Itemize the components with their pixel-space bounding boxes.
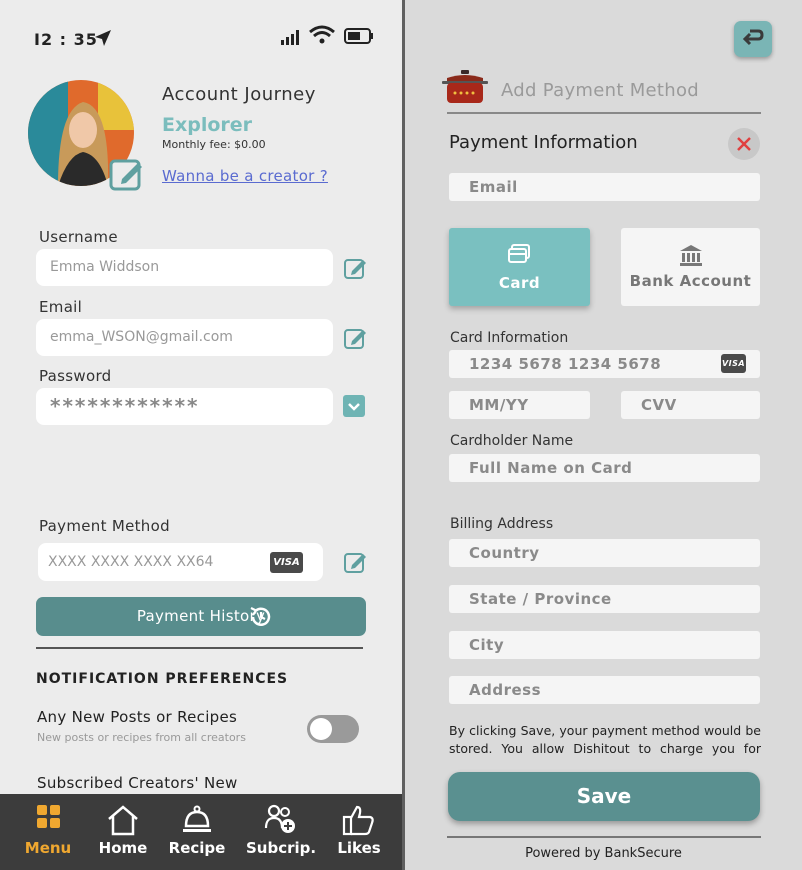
monthly-fee: Monthly fee: $0.00 (162, 138, 266, 151)
cardholder-name-label: Cardholder Name (450, 433, 574, 449)
payment-history-label: Payment History (136, 607, 266, 625)
nav-item-home[interactable]: Home (92, 794, 154, 870)
nav-item-recipe[interactable]: Recipe (166, 794, 228, 870)
consent-text: By clicking Save, your payment method wo… (449, 723, 761, 756)
home-icon (108, 805, 138, 836)
section-divider (36, 647, 363, 649)
add-payment-panel: Add Payment Method Payment Information E… (405, 0, 802, 870)
country-input[interactable]: Country (449, 539, 760, 567)
notification-item-title: Any New Posts or Recipes (37, 708, 238, 726)
nav-label: Home (98, 839, 148, 857)
password-field[interactable]: ************ (36, 388, 333, 425)
tab-bank-account[interactable]: Bank Account (621, 228, 760, 306)
username-label: Username (39, 228, 118, 246)
history-icon (250, 607, 271, 626)
grid-icon (37, 805, 60, 828)
save-button[interactable]: Save (448, 772, 760, 821)
password-label: Password (39, 367, 112, 385)
cardholder-name-input[interactable]: Full Name on Card (449, 454, 760, 482)
notification-item-subtitle: New posts or recipes from all creators (37, 731, 246, 744)
password-dropdown-button[interactable] (343, 395, 365, 417)
add-payment-title: Add Payment Method (501, 80, 700, 101)
edit-email-icon[interactable] (343, 326, 367, 350)
masked-card-number: XXXX XXXX XXXX XX64 (48, 554, 214, 570)
return-icon (742, 29, 764, 46)
notification-item-title: Subscribed Creators' New (37, 774, 238, 792)
bottom-nav: Menu Home Recipe Subcrip. Likes (0, 794, 402, 870)
nav-label: Menu (24, 839, 72, 857)
state-province-input[interactable]: State / Province (449, 585, 760, 613)
footer-divider (447, 836, 761, 838)
city-input[interactable]: City (449, 631, 760, 659)
payment-method-label: Payment Method (39, 517, 170, 535)
users-add-icon (264, 804, 295, 833)
account-journey-title: Account Journey (162, 84, 316, 105)
status-time: I2 : 35 (34, 30, 98, 49)
tab-card-label: Card (498, 274, 541, 292)
account-panel: I2 : 35 Account Journey Explorer Monthly… (0, 0, 402, 870)
title-divider (447, 112, 761, 114)
location-arrow-icon (95, 30, 111, 46)
payment-information-title: Payment Information (449, 132, 638, 153)
card-information-label: Card Information (450, 330, 569, 346)
battery-icon (344, 28, 373, 44)
back-button[interactable] (734, 21, 772, 57)
signal-icon (281, 30, 299, 45)
close-icon (737, 137, 751, 151)
wifi-icon (309, 25, 335, 44)
chevron-down-icon (348, 403, 360, 411)
edit-avatar-icon[interactable] (108, 155, 146, 193)
address-input[interactable]: Address (449, 676, 760, 704)
payment-method-field[interactable]: XXXX XXXX XXXX XX64 VISA (38, 543, 323, 581)
tab-bank-label: Bank Account (629, 272, 752, 290)
bank-icon (680, 245, 702, 266)
nav-item-subscriptions[interactable]: Subcrip. (246, 794, 316, 870)
billing-address-label: Billing Address (450, 516, 554, 532)
card-number-placeholder: 1234 5678 1234 5678 (469, 355, 662, 373)
new-posts-toggle[interactable] (307, 715, 359, 743)
card-icon (508, 244, 530, 263)
cloche-icon (183, 805, 211, 832)
email-label: Email (39, 298, 83, 316)
email-input[interactable]: Email (449, 173, 760, 201)
thumbs-up-icon (342, 805, 374, 836)
edit-payment-icon[interactable] (343, 550, 367, 574)
nav-label: Recipe (168, 839, 226, 857)
payment-history-button[interactable]: Payment History (36, 597, 366, 636)
cooking-pot-icon (442, 70, 488, 103)
powered-by-text: Powered by BankSecure (525, 846, 682, 861)
nav-item-likes[interactable]: Likes (330, 794, 388, 870)
expiry-input[interactable]: MM/YY (449, 391, 590, 419)
become-creator-link[interactable]: Wanna be a creator ? (162, 167, 328, 185)
cvv-input[interactable]: CVV (621, 391, 760, 419)
tier-label: Explorer (162, 114, 253, 136)
card-number-input[interactable]: 1234 5678 1234 5678 VISA (449, 350, 760, 378)
username-field[interactable]: Emma Widdson (36, 249, 333, 286)
visa-badge: VISA (721, 354, 746, 373)
toggle-knob (310, 718, 332, 740)
edit-username-icon[interactable] (343, 256, 367, 280)
tab-card[interactable]: Card (449, 228, 590, 306)
close-button[interactable] (728, 128, 760, 160)
nav-item-menu[interactable]: Menu (18, 794, 78, 870)
nav-label: Likes (337, 839, 381, 857)
nav-label: Subcrip. (246, 839, 317, 857)
visa-badge: VISA (270, 552, 303, 573)
notification-preferences-header: NOTIFICATION PREFERENCES (36, 671, 289, 687)
email-field[interactable]: emma_WSON@gmail.com (36, 319, 333, 356)
